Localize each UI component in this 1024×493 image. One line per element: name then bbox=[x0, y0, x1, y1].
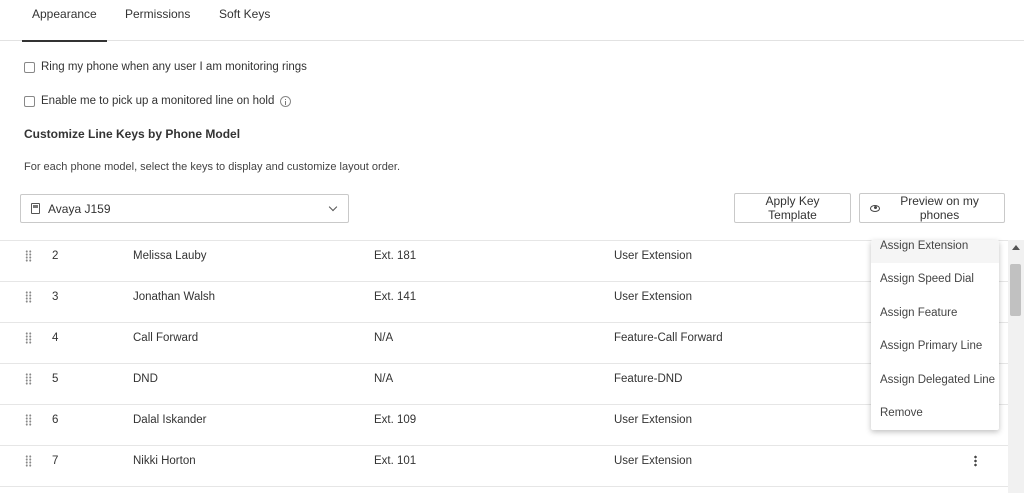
preview-label: Preview on my phones bbox=[900, 194, 979, 222]
table-row[interactable]: 2 Melissa Lauby Ext. 181 User Extension bbox=[0, 241, 1008, 282]
key-extension: Ext. 109 bbox=[374, 414, 417, 426]
ring-option[interactable]: Ring my phone when any user I am monitor… bbox=[24, 61, 307, 73]
phone-icon bbox=[31, 203, 40, 214]
key-type: Feature-DND bbox=[614, 373, 683, 385]
phone-model-value: Avaya J159 bbox=[48, 201, 111, 216]
menu-item-remove[interactable]: Remove bbox=[871, 396, 999, 430]
pickup-checkbox[interactable] bbox=[24, 95, 35, 107]
table-row[interactable]: 6 Dalal Iskander Ext. 109 User Extension bbox=[0, 405, 1008, 446]
pickup-label: Enable me to pick up a monitored line on… bbox=[41, 95, 275, 107]
key-name: Nikki Horton bbox=[133, 455, 196, 467]
table-row[interactable]: 3 Jonathan Walsh Ext. 141 User Extension bbox=[0, 282, 1008, 323]
key-number: 4 bbox=[52, 332, 59, 344]
key-name: Dalal Iskander bbox=[133, 414, 207, 426]
tab-bar: Appearance Permissions Soft Keys bbox=[0, 0, 1024, 42]
key-name: Jonathan Walsh bbox=[133, 291, 216, 303]
scroll-up-arrow-icon[interactable] bbox=[1012, 245, 1020, 250]
scrollbar[interactable] bbox=[1008, 240, 1024, 493]
key-type: User Extension bbox=[614, 250, 692, 262]
key-type: Feature-Call Forward bbox=[614, 332, 723, 344]
menu-item-assign-extension[interactable]: Assign Extension bbox=[871, 240, 999, 263]
eye-icon bbox=[870, 204, 881, 212]
more-options-icon[interactable] bbox=[974, 455, 977, 467]
key-number: 3 bbox=[52, 291, 59, 303]
line-keys-table: 2 Melissa Lauby Ext. 181 User Extension … bbox=[0, 240, 1008, 493]
scrollbar-thumb[interactable] bbox=[1010, 264, 1021, 316]
key-extension: Ext. 101 bbox=[374, 455, 417, 467]
menu-item-assign-speed-dial[interactable]: Assign Speed Dial bbox=[871, 262, 999, 296]
tab-permissions[interactable]: Permissions bbox=[125, 0, 190, 41]
line-key-context-menu: Assign Extension Assign Speed Dial Assig… bbox=[871, 240, 999, 430]
key-extension: Ext. 141 bbox=[374, 291, 417, 303]
menu-item-assign-delegated-line[interactable]: Assign Delegated Line bbox=[871, 363, 999, 397]
key-type: User Extension bbox=[614, 291, 692, 303]
ring-label: Ring my phone when any user I am monitor… bbox=[41, 61, 307, 73]
table-row[interactable]: 4 Call Forward N/A Feature-Call Forward bbox=[0, 323, 1008, 364]
drag-handle-icon[interactable] bbox=[25, 291, 32, 303]
key-number: 2 bbox=[52, 250, 59, 262]
drag-handle-icon[interactable] bbox=[25, 373, 32, 385]
key-extension: Ext. 181 bbox=[374, 250, 417, 262]
key-type: User Extension bbox=[614, 414, 692, 426]
ring-checkbox[interactable] bbox=[24, 61, 35, 73]
table-row[interactable]: 5 DND N/A Feature-DND bbox=[0, 364, 1008, 405]
drag-handle-icon[interactable] bbox=[25, 414, 32, 426]
key-number: 7 bbox=[52, 455, 59, 467]
drag-handle-icon[interactable] bbox=[25, 250, 32, 262]
chevron-down-icon bbox=[328, 202, 338, 212]
section-description: For each phone model, select the keys to… bbox=[24, 161, 401, 173]
menu-item-assign-feature[interactable]: Assign Feature bbox=[871, 296, 999, 330]
drag-handle-icon[interactable] bbox=[25, 455, 32, 467]
key-name: DND bbox=[133, 373, 158, 385]
menu-item-assign-primary-line[interactable]: Assign Primary Line bbox=[871, 329, 999, 363]
key-name: Call Forward bbox=[133, 332, 199, 344]
key-extension: N/A bbox=[374, 332, 394, 344]
key-name: Melissa Lauby bbox=[133, 250, 207, 262]
section-title: Customize Line Keys by Phone Model bbox=[24, 127, 241, 141]
key-type: User Extension bbox=[614, 455, 692, 467]
tab-appearance[interactable]: Appearance bbox=[22, 0, 107, 42]
phone-model-select[interactable]: Avaya J159 bbox=[20, 194, 349, 223]
tab-soft-keys[interactable]: Soft Keys bbox=[219, 0, 270, 41]
key-number: 6 bbox=[52, 414, 59, 426]
drag-handle-icon[interactable] bbox=[25, 332, 32, 344]
table-row[interactable]: 7 Nikki Horton Ext. 101 User Extension bbox=[0, 446, 1008, 487]
key-extension: N/A bbox=[374, 373, 394, 385]
apply-key-template-button[interactable]: Apply Key Template bbox=[734, 193, 851, 223]
info-icon[interactable] bbox=[280, 95, 292, 107]
key-number: 5 bbox=[52, 373, 59, 385]
pickup-option[interactable]: Enable me to pick up a monitored line on… bbox=[24, 95, 292, 107]
preview-on-phones-button[interactable]: Preview on my phones bbox=[859, 193, 1005, 223]
